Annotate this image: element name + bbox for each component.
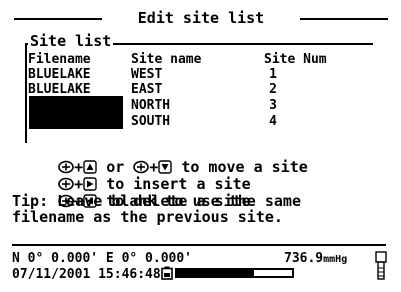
status-bar: N 0° 0.000' E 0° 0.000' 07/11/2001 15:46… [12, 244, 387, 289]
pressure-number: 736.9 [284, 251, 324, 266]
row-4-site-name[interactable]: SOUTH [131, 114, 170, 130]
row-4-site-num[interactable]: 4 [266, 114, 280, 130]
column-header-filename: Filename [28, 52, 91, 67]
pressure-value: 736.9mmHg [284, 251, 347, 268]
title-row: Edit site list [14, 10, 388, 26]
battery-level-fill [177, 270, 255, 276]
battery-level-bar [175, 268, 294, 278]
tip-line-1: Tip: Leave blank to use the same [12, 192, 301, 210]
column-header-site-name: Site name [131, 52, 202, 67]
site-list-label: Site list [28, 32, 114, 50]
date-time: 07/11/2001 15:46:48 [12, 267, 161, 282]
row-2-site-num[interactable]: 2 [266, 82, 280, 98]
column-header-site-num: Site Num [264, 52, 327, 67]
row-3-site-name[interactable]: NORTH [131, 98, 170, 114]
pressure-unit: mmHg [323, 254, 348, 265]
row-2-site-name[interactable]: EAST [131, 82, 162, 98]
gps-coordinates: N 0° 0.000' E 0° 0.000' [12, 251, 193, 266]
title-rule-right [300, 18, 388, 20]
instrument-icon [375, 251, 387, 280]
row-1-filename[interactable]: BLUELAKE [28, 67, 91, 83]
row-3-site-num[interactable]: 3 [266, 98, 280, 114]
row-1-site-name[interactable]: WEST [131, 67, 162, 83]
filename-selection-cursor[interactable] [29, 96, 123, 129]
battery-icon [161, 266, 173, 280]
screen: Edit site list Site list Filename Site n… [0, 0, 401, 292]
row-1-site-num[interactable]: 1 [266, 67, 280, 83]
tip-line-2: filename as the previous site. [12, 208, 283, 226]
